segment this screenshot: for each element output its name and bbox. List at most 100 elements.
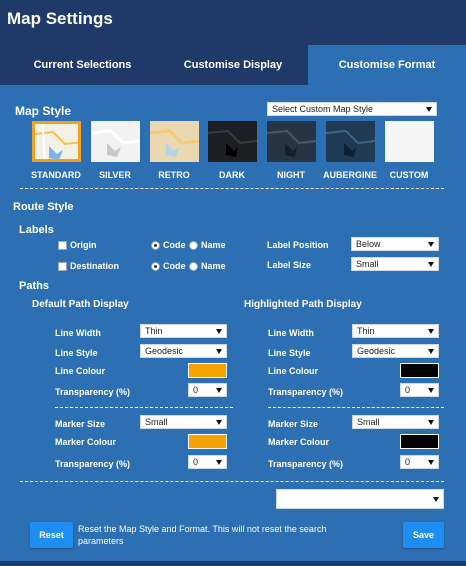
map-style-retro-thumb[interactable] [150, 121, 199, 162]
chevron-down-icon [216, 460, 222, 465]
default-line-colour-label: Line Colour [55, 366, 105, 376]
default-marker-colour-label: Marker Colour [55, 437, 117, 447]
origin-code-radio[interactable] [151, 241, 160, 250]
map-style-label: STANDARD [31, 170, 81, 180]
map-style-aubergine-thumb[interactable] [326, 121, 375, 162]
default-line-style-value: Geodesic [145, 346, 184, 356]
default-line-width-label: Line Width [55, 328, 101, 338]
paths-title: Paths [19, 280, 49, 292]
highlighted-transparency-label: Transparency (%) [268, 387, 344, 397]
highlighted-line-style-select[interactable]: Geodesic [352, 344, 439, 358]
chevron-down-icon [433, 497, 439, 502]
map-style-label: NIGHT [277, 170, 305, 180]
highlighted-transparency-select[interactable]: 0 [400, 383, 439, 397]
default-marker-size-select[interactable]: Small [140, 415, 227, 429]
highlighted-transparency-value: 0 [405, 385, 411, 395]
highlighted-path-divider [268, 407, 444, 408]
highlighted-marker-size-select[interactable]: Small [352, 415, 439, 429]
default-path-title: Default Path Display [32, 299, 129, 310]
map-style-label: RETRO [158, 170, 190, 180]
reset-button[interactable]: Reset [30, 522, 73, 548]
chevron-down-icon [428, 242, 434, 247]
highlighted-marker-transparency-label: Transparency (%) [268, 459, 344, 469]
map-preview-icon [326, 121, 375, 162]
custom-map-style-select[interactable]: Select Custom Map Style [267, 102, 437, 116]
highlighted-marker-colour-label: Marker Colour [268, 437, 330, 447]
chevron-down-icon [428, 329, 434, 334]
origin-name-label: Name [201, 240, 226, 250]
destination-code-radio[interactable] [151, 262, 160, 271]
map-preview-icon [150, 121, 199, 162]
highlighted-line-style-label: Line Style [268, 348, 311, 358]
save-button[interactable]: Save [403, 522, 444, 548]
chevron-down-icon [426, 107, 432, 112]
highlighted-path-title: Highlighted Path Display [244, 299, 362, 310]
reset-note: Reset the Map Style and Format. This wil… [78, 524, 327, 546]
label-position-value: Below [356, 239, 381, 249]
chevron-down-icon [428, 420, 434, 425]
default-line-colour-swatch[interactable] [188, 363, 227, 378]
map-preview-icon [385, 121, 434, 162]
origin-code-label: Code [163, 240, 186, 250]
chevron-down-icon [428, 349, 434, 354]
map-style-dark-thumb[interactable] [208, 121, 257, 162]
label-position-select[interactable]: Below [351, 237, 439, 251]
map-style-title: Map Style [15, 104, 72, 118]
label-position-label: Label Position [267, 240, 329, 250]
default-transparency-select[interactable]: 0 [188, 383, 227, 397]
highlighted-marker-transparency-select[interactable]: 0 [400, 455, 439, 469]
map-preview-icon [35, 124, 78, 159]
default-marker-size-label: Marker Size [55, 419, 106, 429]
map-preview-icon [208, 121, 257, 162]
highlighted-marker-transparency-value: 0 [405, 457, 411, 467]
default-marker-colour-swatch[interactable] [188, 434, 227, 449]
tab-customise-format[interactable]: Customise Format [308, 45, 466, 85]
default-line-width-value: Thin [145, 326, 163, 336]
origin-checkbox[interactable] [58, 241, 67, 250]
map-style-silver-thumb[interactable] [91, 121, 140, 162]
highlighted-line-width-select[interactable]: Thin [352, 324, 439, 338]
tab-bar: Current Selections Customise Display Cus… [0, 45, 466, 85]
map-preview-icon [91, 121, 140, 162]
custom-map-style-select-value: Select Custom Map Style [272, 104, 374, 114]
map-style-label: SILVER [99, 170, 131, 180]
origin-name-radio[interactable] [189, 241, 198, 250]
section-divider [20, 481, 444, 482]
destination-label: Destination [70, 261, 120, 271]
origin-label: Origin [70, 240, 97, 250]
highlighted-line-style-value: Geodesic [357, 346, 396, 356]
highlighted-line-colour-label: Line Colour [268, 366, 318, 376]
destination-code-label: Code [163, 261, 186, 271]
preset-select[interactable] [276, 489, 444, 509]
default-line-width-select[interactable]: Thin [140, 324, 227, 338]
page-title: Map Settings [7, 9, 113, 28]
label-size-label: Label Size [267, 260, 312, 270]
chevron-down-icon [216, 329, 222, 334]
route-style-title: Route Style [13, 201, 74, 213]
default-marker-transparency-select[interactable]: 0 [188, 455, 227, 469]
highlighted-marker-colour-swatch[interactable] [400, 434, 439, 449]
map-style-custom-thumb[interactable] [385, 121, 434, 162]
chevron-down-icon [428, 262, 434, 267]
tab-customise-display[interactable]: Customise Display [158, 45, 308, 85]
destination-checkbox[interactable] [58, 262, 67, 271]
default-line-style-select[interactable]: Geodesic [140, 344, 227, 358]
label-size-select[interactable]: Small [351, 257, 439, 271]
highlighted-line-colour-swatch[interactable] [400, 363, 439, 378]
highlighted-line-width-label: Line Width [268, 328, 314, 338]
map-style-night-thumb[interactable] [267, 121, 316, 162]
default-transparency-label: Transparency (%) [55, 387, 131, 397]
highlighted-line-width-value: Thin [357, 326, 375, 336]
destination-name-label: Name [201, 261, 226, 271]
default-marker-transparency-label: Transparency (%) [55, 459, 131, 469]
default-marker-size-value: Small [145, 417, 168, 427]
highlighted-marker-size-value: Small [357, 417, 380, 427]
map-style-standard-thumb[interactable] [32, 121, 81, 162]
default-line-style-label: Line Style [55, 348, 98, 358]
default-path-divider [55, 407, 233, 408]
destination-name-radio[interactable] [189, 262, 198, 271]
bottom-strip [0, 561, 466, 566]
tab-current-selections[interactable]: Current Selections [0, 45, 165, 85]
chevron-down-icon [216, 388, 222, 393]
chevron-down-icon [216, 420, 222, 425]
